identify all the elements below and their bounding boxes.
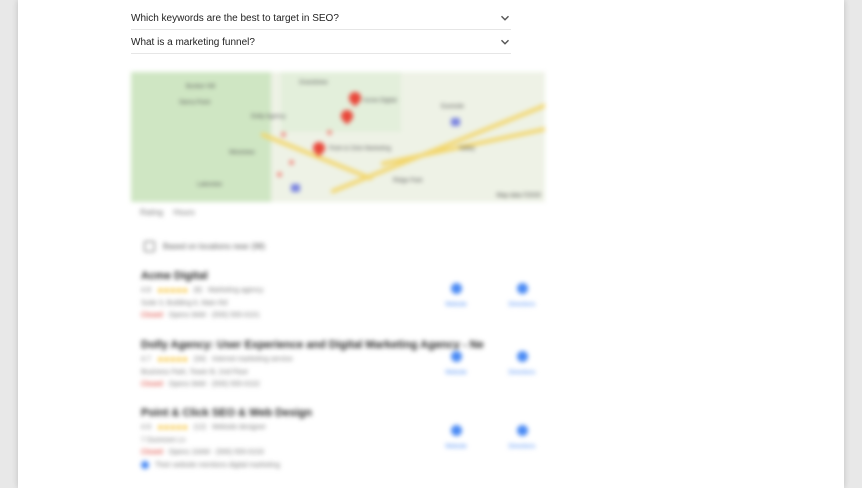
map-credit: Map data ©2020 xyxy=(496,193,541,199)
status-detail: Opens 9AM · (555) 555-0102 xyxy=(168,381,260,388)
review-count: (12) xyxy=(193,424,207,431)
website-button[interactable]: Website xyxy=(436,425,476,450)
directions-button[interactable]: Directions xyxy=(502,283,542,308)
map-dot xyxy=(281,132,286,137)
rating-value: 4.7 xyxy=(141,356,151,363)
business-address: Business Park, Tower B, 2nd Floor xyxy=(141,369,249,376)
transit-icon xyxy=(291,184,300,192)
location-icon xyxy=(144,241,155,252)
map-label: Bunker Hill xyxy=(186,84,216,90)
filter-hours[interactable]: Hours xyxy=(173,208,194,217)
map-label: Valley xyxy=(459,146,475,152)
faq-question: Which keywords are the best to target in… xyxy=(131,12,339,24)
chevron-down-icon xyxy=(499,12,511,24)
map-label: Grandview xyxy=(299,80,328,86)
star-rating-icon: ★★★★★ xyxy=(156,355,189,364)
hint-text: Based on locations near (98) xyxy=(163,242,266,251)
business-name[interactable]: Point & Click SEO & Web Design xyxy=(141,407,531,419)
listing-note: Their website mentions digital marketing xyxy=(155,461,280,469)
star-rating-icon: ★★★★★ xyxy=(156,286,189,295)
filter-rating[interactable]: Rating xyxy=(140,208,163,217)
globe-icon xyxy=(450,283,462,294)
web-result-icon xyxy=(141,461,149,469)
faq-question: What is a marketing funnel? xyxy=(131,36,255,48)
status-detail: Opens 10AM · (555) 555-0103 xyxy=(168,449,264,456)
map-dot xyxy=(277,172,282,177)
map-dot xyxy=(289,160,294,165)
chevron-down-icon xyxy=(499,36,511,48)
directions-button[interactable]: Directions xyxy=(502,351,542,376)
business-address: 7 Dunmore Ln xyxy=(141,437,186,444)
website-button[interactable]: Website xyxy=(436,283,476,308)
pin-label: Dolly Agency xyxy=(251,114,286,120)
faq-item[interactable]: Which keywords are the best to target in… xyxy=(131,7,511,30)
status-closed: Closed xyxy=(141,449,163,456)
status-detail: Opens 9AM · (555) 555-0101 xyxy=(168,312,260,319)
faq-item[interactable]: What is a marketing funnel? xyxy=(131,31,511,54)
directions-button[interactable]: Directions xyxy=(502,425,542,450)
business-category: Internet marketing service xyxy=(212,356,293,363)
star-rating-icon: ★★★★★ xyxy=(156,423,189,432)
rating-value: 4.9 xyxy=(141,424,151,431)
listing-actions: Website Directions xyxy=(436,425,542,450)
map-label: Eastside xyxy=(441,104,465,110)
business-name[interactable]: Acme Digital xyxy=(141,270,531,282)
business-category: Website designer xyxy=(212,424,267,431)
status-closed: Closed xyxy=(141,312,163,319)
website-button[interactable]: Website xyxy=(436,351,476,376)
map-label: Sierra Point xyxy=(179,100,211,106)
globe-icon xyxy=(450,425,462,436)
location-hint: Based on locations near (98) xyxy=(144,241,265,252)
review-count: (34) xyxy=(193,356,207,363)
local-map[interactable]: Bunker Hill Sierra Point Grandview Westv… xyxy=(131,72,545,202)
map-label: Ridge Park xyxy=(393,178,423,184)
globe-icon xyxy=(450,351,462,362)
pin-label: Point & Click Marketing xyxy=(329,146,392,152)
directions-icon xyxy=(516,425,528,436)
business-category: Marketing agency xyxy=(208,287,264,294)
map-label: Westview xyxy=(229,150,255,156)
directions-icon xyxy=(516,283,528,294)
filter-bar: Rating Hours xyxy=(140,208,203,217)
listing-actions: Website Directions xyxy=(436,351,542,376)
review-count: (8) xyxy=(193,287,203,294)
directions-icon xyxy=(516,351,528,362)
rating-value: 4.8 xyxy=(141,287,151,294)
status-closed: Closed xyxy=(141,381,163,388)
map-label: Lakeview xyxy=(197,182,223,188)
listing-actions: Website Directions xyxy=(436,283,542,308)
pin-label: Acme Digital xyxy=(363,98,397,104)
search-results-page: Which keywords are the best to target in… xyxy=(18,0,844,488)
transit-icon xyxy=(451,118,460,126)
map-dot xyxy=(327,130,332,135)
business-name[interactable]: Dolly Agency: User Experience and Digita… xyxy=(141,339,531,351)
business-address: Suite 3, Building 6, Main Rd xyxy=(141,300,228,307)
